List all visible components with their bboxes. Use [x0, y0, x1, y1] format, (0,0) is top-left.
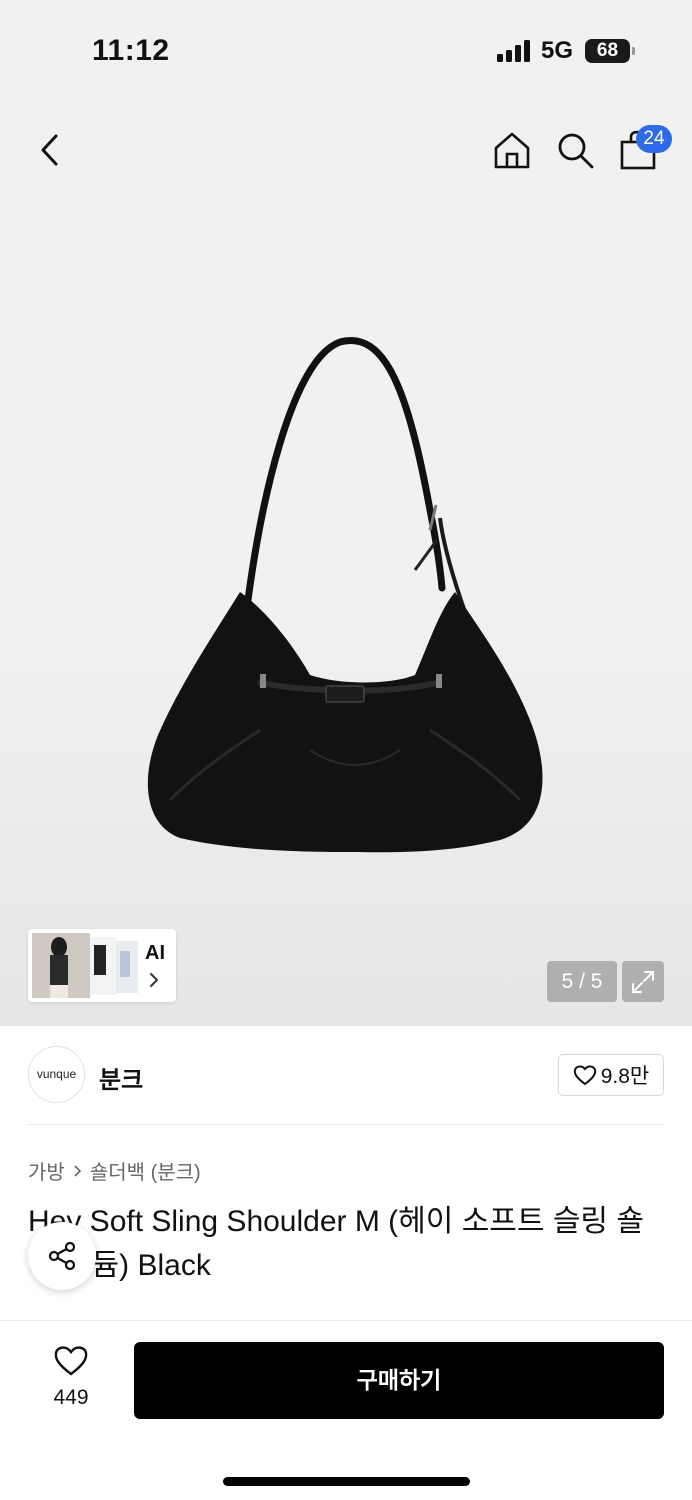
- home-icon: [494, 132, 530, 169]
- back-button[interactable]: [26, 126, 74, 174]
- expand-button[interactable]: [622, 961, 664, 1002]
- product-title: Hey Soft Sling Shoulder M (헤이 소프트 슬링 숄더 …: [28, 1205, 644, 1282]
- wishlist-count: 449: [53, 1386, 89, 1409]
- battery-icon: 68: [585, 39, 630, 63]
- network-label: 5G: [541, 37, 574, 64]
- image-counter: 5 / 5: [547, 961, 617, 1002]
- buy-button[interactable]: 구매하기: [134, 1342, 664, 1419]
- chevron-right-icon: [150, 973, 158, 987]
- brand-name[interactable]: 분크: [99, 1060, 143, 1095]
- expand-icon: [632, 970, 654, 993]
- cart-count-badge: 24: [636, 125, 672, 153]
- share-icon: [48, 1241, 76, 1271]
- divider: [28, 1124, 664, 1125]
- search-icon: [558, 133, 594, 169]
- brand-row[interactable]: vunque 분크 9.8만: [28, 1046, 664, 1104]
- ai-styling-card[interactable]: AI: [28, 929, 176, 1002]
- status-time: 11:12: [92, 34, 170, 67]
- status-bar: 11:12 5G 68: [0, 0, 692, 100]
- brand-like-button[interactable]: 9.8만: [558, 1054, 664, 1096]
- ai-styling-thumbnails: [32, 933, 138, 998]
- heart-icon: [573, 1065, 596, 1086]
- breadcrumb-subcategory[interactable]: 숄더백 (분크): [90, 1156, 201, 1185]
- wishlist-button[interactable]: 449: [36, 1345, 106, 1410]
- home-indicator: [223, 1477, 470, 1486]
- brand-logo[interactable]: vunque: [28, 1046, 85, 1103]
- breadcrumb: 가방 숄더백 (분크): [28, 1156, 201, 1185]
- bottom-bar: 449 구매하기: [0, 1320, 692, 1500]
- brand-like-count: 9.8만: [600, 1065, 650, 1088]
- search-button[interactable]: [551, 126, 599, 174]
- signal-icon: [497, 40, 531, 62]
- battery-tip: [632, 47, 635, 55]
- share-button[interactable]: [28, 1222, 96, 1290]
- heart-icon: [54, 1346, 88, 1376]
- back-icon: [41, 134, 58, 166]
- breadcrumb-category[interactable]: 가방: [28, 1156, 65, 1185]
- home-button[interactable]: [488, 126, 536, 174]
- product-image[interactable]: [140, 330, 550, 860]
- top-nav: [0, 120, 692, 180]
- ai-label: AI: [145, 942, 165, 964]
- chevron-right-icon: [74, 1164, 81, 1177]
